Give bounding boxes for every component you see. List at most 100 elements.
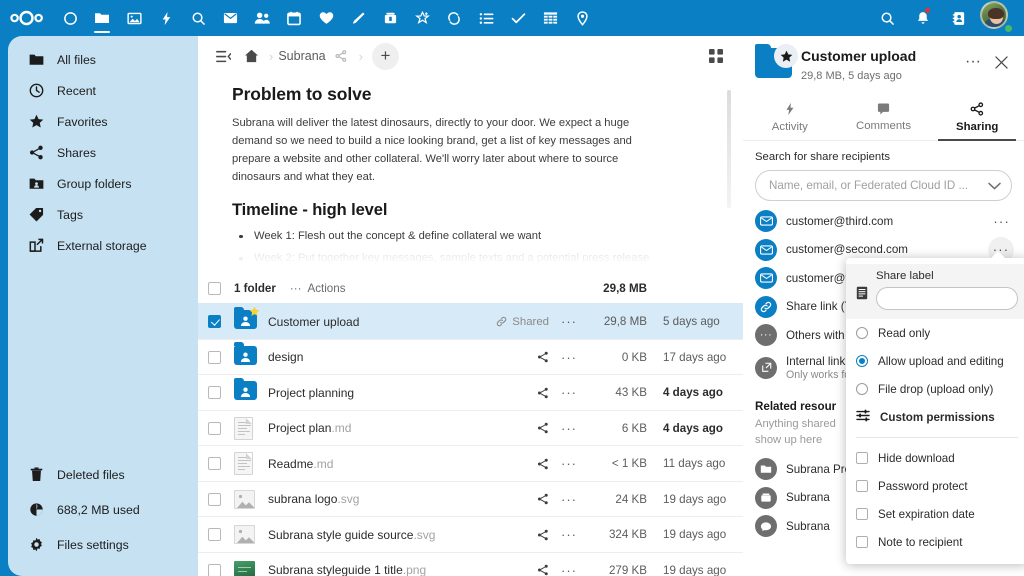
- workspace-scrollbar[interactable]: [727, 90, 731, 208]
- table-row[interactable]: Project planning ··· 43 KB 4 days ago: [198, 374, 743, 410]
- sidebar-item-shares[interactable]: Shares: [12, 137, 192, 168]
- table-row[interactable]: subrana logo.svg ··· 24 KB 19 days ago: [198, 481, 743, 517]
- app-icon-files[interactable]: [86, 0, 118, 36]
- permission-upload-editing[interactable]: Allow upload and editing: [846, 347, 1024, 375]
- app-icon-contacts[interactable]: [246, 0, 278, 36]
- share-action[interactable]: [477, 387, 549, 399]
- checkbox-icon[interactable]: [856, 508, 868, 520]
- share-actions-button[interactable]: ···: [993, 214, 1010, 229]
- app-icon-deck[interactable]: [374, 0, 406, 36]
- sidebar-item-group-folders[interactable]: Group folders: [12, 168, 192, 199]
- radio-icon-selected[interactable]: [856, 355, 868, 367]
- app-icon-calendar[interactable]: [278, 0, 310, 36]
- table-row[interactable]: Readme.md ··· < 1 KB 11 days ago: [198, 445, 743, 481]
- row-actions-button[interactable]: ···: [549, 563, 589, 576]
- sidebar-item-favorites[interactable]: Favorites: [12, 106, 192, 137]
- bulk-actions-button[interactable]: ··· Actions: [290, 282, 346, 295]
- grid-view-icon[interactable]: [703, 43, 729, 69]
- radio-icon[interactable]: [856, 327, 868, 339]
- row-checkbox[interactable]: [208, 528, 221, 541]
- sidebar-item-all-files[interactable]: All files: [12, 44, 192, 75]
- tab-comments[interactable]: Comments: [837, 94, 931, 140]
- option-set-expiration-date[interactable]: Set expiration date: [846, 500, 1024, 528]
- details-menu-button[interactable]: ···: [960, 50, 986, 74]
- row-checkbox[interactable]: [208, 564, 221, 576]
- share-action[interactable]: [477, 493, 549, 505]
- app-icon-activity[interactable]: [150, 0, 182, 36]
- table-row[interactable]: design ··· 0 KB 17 days ago: [198, 339, 743, 375]
- toggle-sidebar-icon[interactable]: [210, 43, 236, 69]
- new-file-button[interactable]: +: [372, 43, 399, 70]
- user-avatar[interactable]: [980, 1, 1014, 35]
- sidebar-item-storage-used[interactable]: 688,2 MB used: [12, 494, 192, 525]
- option-password-protect[interactable]: Password protect: [846, 472, 1024, 500]
- share-action[interactable]: [477, 458, 549, 470]
- row-actions-button[interactable]: ···: [549, 421, 589, 436]
- share-action[interactable]: [477, 351, 549, 363]
- row-checkbox[interactable]: [208, 386, 221, 399]
- nextcloud-logo[interactable]: [0, 10, 54, 26]
- table-row[interactable]: Customer upload Shared ··· 29,8 MB 5 day…: [198, 303, 743, 339]
- breadcrumb-path[interactable]: Subrana: [278, 49, 325, 63]
- shared-indicator[interactable]: Shared: [477, 316, 549, 328]
- option-note-to-recipient[interactable]: Note to recipient: [846, 528, 1024, 556]
- share-action[interactable]: [477, 529, 549, 541]
- row-actions-button[interactable]: ···: [549, 492, 589, 507]
- checkbox-icon[interactable]: [856, 452, 868, 464]
- favorite-star-button[interactable]: [774, 44, 798, 68]
- file-name[interactable]: Project planning: [268, 386, 477, 400]
- sidebar-item-files-settings[interactable]: Files settings: [12, 529, 192, 560]
- radio-icon[interactable]: [856, 383, 868, 395]
- checkbox-icon[interactable]: [856, 480, 868, 492]
- tab-sharing[interactable]: Sharing: [930, 94, 1024, 140]
- app-icon-dashboard[interactable]: [54, 0, 86, 36]
- permission-file-drop[interactable]: File drop (upload only): [846, 375, 1024, 403]
- table-row[interactable]: Subrana style guide source.svg ··· 324 K…: [198, 516, 743, 552]
- app-icon-health[interactable]: [310, 0, 342, 36]
- tab-activity[interactable]: Activity: [743, 94, 837, 140]
- row-checkbox[interactable]: [208, 422, 221, 435]
- custom-permissions-button[interactable]: Custom permissions: [846, 403, 1024, 431]
- option-hide-download[interactable]: Hide download: [846, 444, 1024, 472]
- table-row[interactable]: Project plan.md ··· 6 KB 4 days ago: [198, 410, 743, 446]
- app-icon-tasks[interactable]: [470, 0, 502, 36]
- app-icon-search[interactable]: [182, 0, 214, 36]
- app-icon-tables[interactable]: [534, 0, 566, 36]
- row-checkbox[interactable]: [208, 457, 221, 470]
- app-icon-mail[interactable]: [214, 0, 246, 36]
- home-icon[interactable]: [238, 43, 264, 69]
- checkbox-icon[interactable]: [856, 536, 868, 548]
- sidebar-item-recent[interactable]: Recent: [12, 75, 192, 106]
- share-label-input[interactable]: [876, 287, 1018, 310]
- row-checkbox[interactable]: [208, 351, 221, 364]
- app-icon-notes[interactable]: [342, 0, 374, 36]
- row-actions-button[interactable]: ···: [549, 350, 589, 365]
- file-name[interactable]: design: [268, 350, 477, 364]
- list-item[interactable]: customer@third.com ···: [755, 207, 1012, 236]
- global-search-button[interactable]: [870, 0, 904, 36]
- app-icon-checks[interactable]: [502, 0, 534, 36]
- sidebar-item-tags[interactable]: Tags: [12, 199, 192, 230]
- app-icon-photos[interactable]: [118, 0, 150, 36]
- breadcrumb-share-icon[interactable]: [328, 43, 354, 69]
- app-icon-collectives[interactable]: [406, 0, 438, 36]
- table-row[interactable]: Subrana styleguide 1 title.png ··· 279 K…: [198, 552, 743, 576]
- rich-workspace[interactable]: Problem to solve Subrana will deliver th…: [198, 76, 743, 268]
- sidebar-item-external-storage[interactable]: External storage: [12, 230, 192, 261]
- share-action[interactable]: [477, 422, 549, 434]
- select-all-checkbox[interactable]: [208, 282, 221, 295]
- row-actions-button[interactable]: ···: [549, 314, 589, 329]
- file-name[interactable]: Customer upload: [268, 315, 477, 329]
- notifications-button[interactable]: [906, 0, 940, 36]
- permission-read-only[interactable]: Read only: [846, 319, 1024, 347]
- share-action[interactable]: [477, 564, 549, 576]
- row-actions-button[interactable]: ···: [549, 385, 589, 400]
- app-icon-maps[interactable]: [566, 0, 598, 36]
- app-icon-circles[interactable]: [438, 0, 470, 36]
- share-recipient-input[interactable]: Name, email, or Federated Cloud ID ...: [755, 170, 1012, 201]
- contacts-menu-button[interactable]: [942, 0, 976, 36]
- sidebar-item-deleted-files[interactable]: Deleted files: [12, 459, 192, 490]
- row-actions-button[interactable]: ···: [549, 456, 589, 471]
- row-checkbox[interactable]: [208, 315, 221, 328]
- close-icon[interactable]: [988, 50, 1014, 74]
